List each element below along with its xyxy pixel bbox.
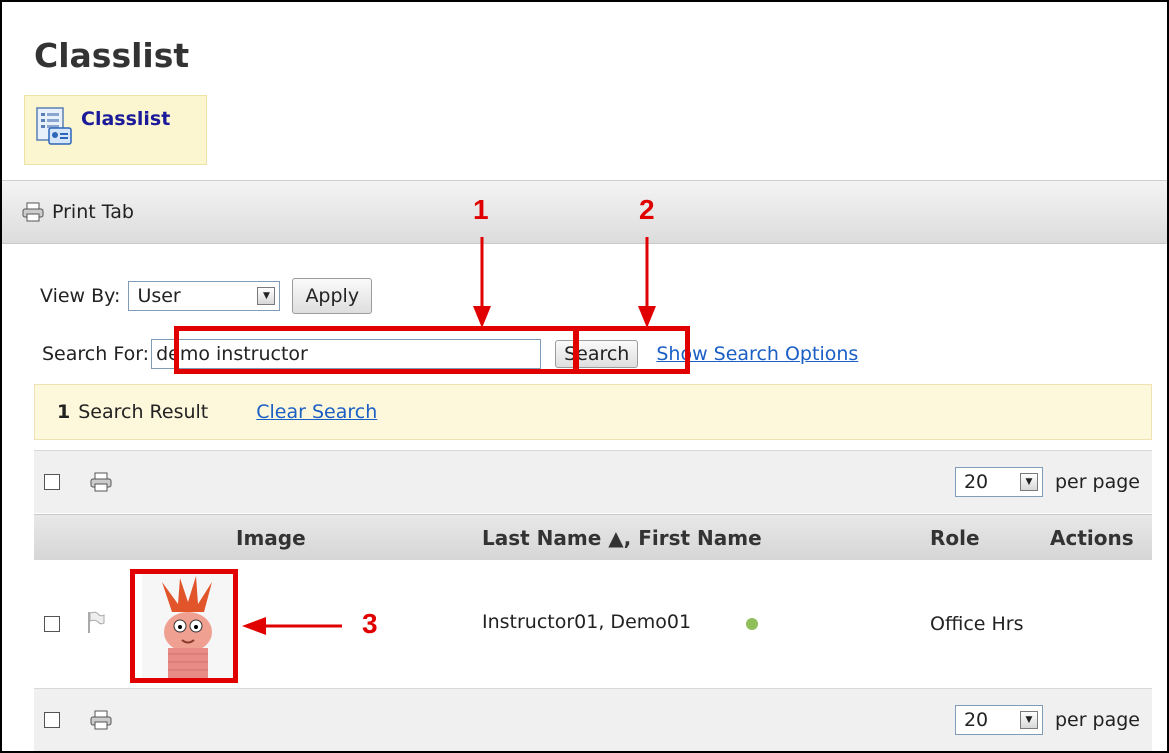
annotation-arrows [242, 237, 656, 635]
classlist-page: Classlist Classlist Print Tab View By: U… [0, 0, 1169, 753]
